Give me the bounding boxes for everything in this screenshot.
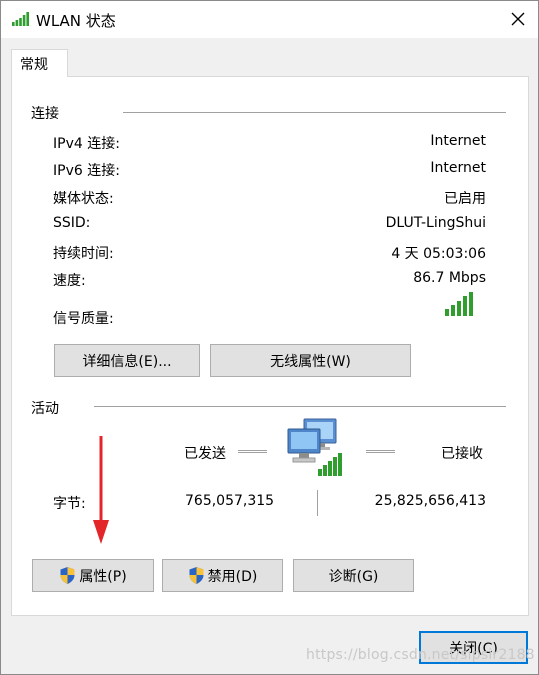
activity-group-divider [94, 406, 506, 407]
sent-label: 已发送 [184, 446, 226, 462]
diagnose-button-label: 诊断(G) [328, 568, 379, 585]
wireless-properties-button-label: 无线属性(W) [270, 353, 351, 370]
received-line [366, 450, 395, 453]
close-icon[interactable] [506, 7, 530, 31]
ssid-value: DLUT-LingShui [385, 215, 486, 231]
speed-label: 速度: [53, 273, 86, 289]
disable-button-label: 禁用(D) [207, 568, 258, 585]
bytes-label: 字节: [53, 496, 86, 512]
properties-button[interactable]: 属性(P) [32, 559, 154, 592]
connection-group-divider [123, 112, 506, 113]
details-button-label: 详细信息(E)... [82, 353, 172, 370]
properties-button-label: 属性(P) [79, 568, 127, 585]
wlan-status-dialog: WLAN 状态 常规 连接 IPv4 连接: Internet IPv6 连接:… [0, 0, 539, 675]
uac-shield-icon [60, 567, 75, 584]
bytes-received-value: 25,825,656,413 [374, 493, 486, 509]
wifi-signal-icon [12, 12, 29, 26]
bytes-sent-value: 765,057,315 [185, 493, 275, 509]
tab-general-label: 常规 [20, 57, 48, 73]
duration-label: 持续时间: [53, 246, 114, 262]
details-button[interactable]: 详细信息(E)... [54, 344, 200, 377]
media-state-label: 媒体状态: [53, 191, 114, 207]
duration-value: 4 天 05:03:06 [391, 246, 486, 262]
media-state-value: 已启用 [444, 191, 486, 207]
ipv6-label: IPv6 连接: [53, 163, 120, 179]
diagnose-button[interactable]: 诊断(G) [293, 559, 414, 592]
title-bar[interactable]: WLAN 状态 [1, 1, 538, 38]
ipv4-label: IPv4 连接: [53, 136, 120, 152]
ipv6-value: Internet [430, 160, 486, 176]
wireless-properties-button[interactable]: 无线属性(W) [210, 344, 411, 377]
disable-button[interactable]: 禁用(D) [162, 559, 283, 592]
ssid-label: SSID: [53, 215, 91, 231]
activity-group-title: 活动 [31, 401, 59, 417]
sent-line [238, 450, 267, 453]
bytes-separator [317, 490, 318, 516]
ipv4-value: Internet [430, 133, 486, 149]
connection-group-title: 连接 [31, 106, 59, 122]
signal-quality-icon [445, 292, 473, 316]
window-title: WLAN 状态 [36, 12, 116, 30]
signal-quality-label: 信号质量: [53, 311, 114, 327]
speed-value: 86.7 Mbps [413, 270, 486, 286]
watermark-text: https://blog.csdn.net/sipsir2188 [306, 647, 535, 663]
tab-general[interactable]: 常规 [11, 49, 68, 77]
network-computers-icon [287, 418, 342, 476]
received-label: 已接收 [441, 446, 483, 462]
red-arrow-annotation [93, 436, 109, 544]
uac-shield-icon [189, 567, 204, 584]
